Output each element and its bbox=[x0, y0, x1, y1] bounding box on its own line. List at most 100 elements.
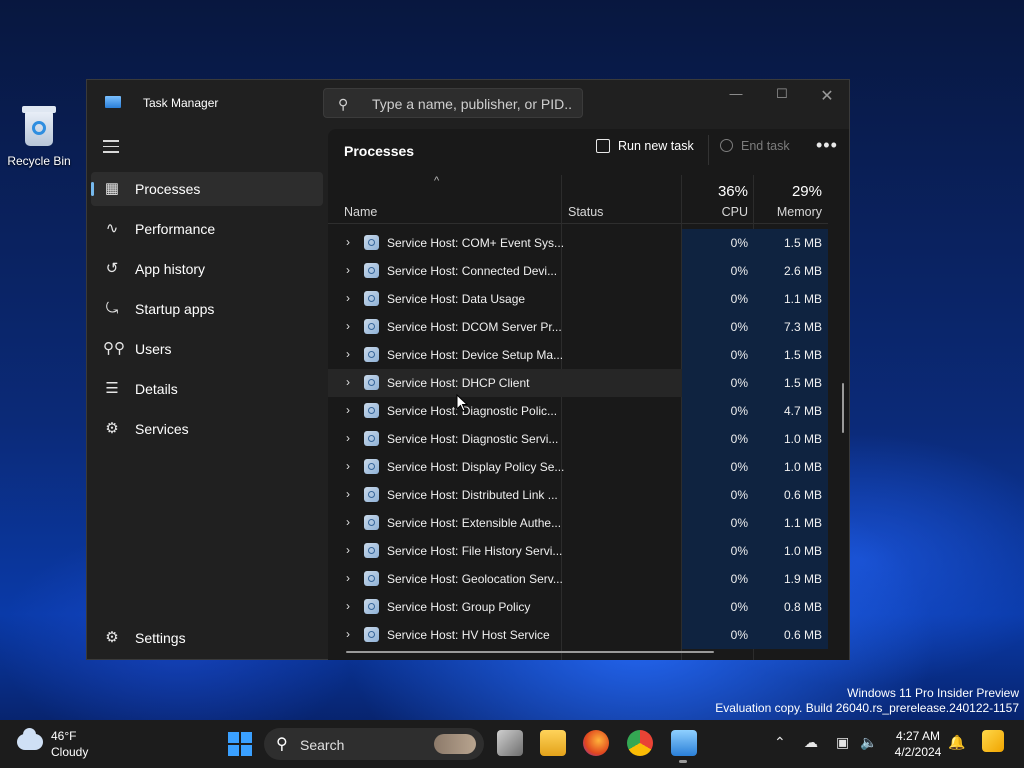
sidebar-item-app-history[interactable]: ↺ App history bbox=[91, 252, 323, 286]
cpu-cell: 0% bbox=[682, 565, 754, 593]
task-view-icon[interactable] bbox=[497, 730, 523, 756]
cpu-cell: 0% bbox=[682, 481, 754, 509]
cpu-cell: 0% bbox=[682, 397, 754, 425]
onedrive-cloud-offline-icon[interactable]: ☁ bbox=[804, 734, 818, 751]
process-search-input[interactable] bbox=[370, 94, 574, 114]
more-options-button[interactable]: ••• bbox=[816, 135, 838, 156]
chevron-right-icon[interactable]: › bbox=[346, 460, 354, 472]
memory-value: 1.0 MB bbox=[783, 460, 822, 474]
run-new-task-button[interactable]: Run new task bbox=[596, 139, 694, 161]
firefox-icon[interactable] bbox=[583, 730, 609, 756]
task-manager-app-icon bbox=[105, 96, 121, 108]
table-row[interactable]: › Service Host: Diagnostic Servi... 0% 1.0 … bbox=[328, 425, 828, 453]
memory-value: 0.6 MB bbox=[783, 628, 822, 642]
table-row[interactable]: › Service Host: DCOM Server Pr... 0% 7.3 MB bbox=[328, 313, 828, 341]
process-list: › Service Host: COM+ Event Sys... 0% 1.5 MB… bbox=[328, 229, 828, 649]
sidebar-item-label: Processes bbox=[135, 181, 201, 197]
taskbar-search-box[interactable]: ⚲ Search bbox=[264, 728, 484, 760]
chevron-right-icon[interactable]: › bbox=[346, 376, 354, 388]
sidebar-item-label: Services bbox=[135, 421, 189, 437]
sidebar-item-label: Users bbox=[135, 341, 172, 357]
table-row[interactable]: › Service Host: HV Host Service 0% 0.6 MB bbox=[328, 621, 828, 649]
process-search-box[interactable]: ⚲ bbox=[323, 88, 583, 118]
recycle-bin-shortcut[interactable]: Recycle Bin bbox=[6, 104, 72, 168]
hamburger-menu-icon[interactable] bbox=[103, 140, 119, 154]
chevron-right-icon[interactable]: › bbox=[346, 320, 354, 332]
sidebar-item-services[interactable]: ⚙ Services bbox=[91, 412, 323, 446]
show-hidden-icons-chevron-up-icon[interactable]: ⌃ bbox=[774, 734, 786, 751]
sort-ascending-icon: ^ bbox=[434, 175, 440, 187]
cpu-value: 0% bbox=[730, 628, 748, 642]
table-row[interactable]: › Service Host: Group Policy 0% 0.8 MB bbox=[328, 593, 828, 621]
end-task-button[interactable]: End task bbox=[720, 139, 790, 153]
network-icon[interactable]: ▣ bbox=[836, 734, 849, 751]
column-header-cpu[interactable]: CPU bbox=[682, 205, 748, 219]
chevron-right-icon[interactable]: › bbox=[346, 264, 354, 276]
clock-time: 4:27 AM bbox=[895, 729, 941, 743]
table-row[interactable]: › Service Host: Distributed Link ... 0% 0.6… bbox=[328, 481, 828, 509]
column-header-name[interactable]: Name bbox=[344, 205, 377, 219]
table-row[interactable]: › Service Host: Device Setup Ma... 0% 1.5 M… bbox=[328, 341, 828, 369]
memory-cell: 1.9 MB bbox=[754, 565, 828, 593]
insider-preview-badge-icon[interactable] bbox=[982, 730, 1004, 752]
details-icon: ☰ bbox=[105, 380, 119, 397]
chevron-right-icon[interactable]: › bbox=[346, 628, 354, 640]
maximize-button[interactable]: ☐ bbox=[767, 86, 797, 106]
column-header-memory[interactable]: Memory bbox=[754, 205, 822, 219]
chevron-right-icon[interactable]: › bbox=[346, 488, 354, 500]
start-button[interactable] bbox=[228, 732, 252, 756]
horizontal-scrollbar[interactable] bbox=[346, 651, 714, 653]
memory-value: 7.3 MB bbox=[783, 320, 822, 334]
memory-value: 0.6 MB bbox=[783, 488, 822, 502]
process-name: Service Host: Extensible Authe... bbox=[387, 516, 562, 530]
table-row[interactable]: › Service Host: Diagnostic Polic... 0% 4.7 … bbox=[328, 397, 828, 425]
process-name: Service Host: Distributed Link ... bbox=[387, 488, 558, 502]
cpu-value: 0% bbox=[730, 600, 748, 614]
sidebar-item-label: Performance bbox=[135, 221, 216, 237]
table-row[interactable]: › Service Host: Extensible Authe... 0% 1.1 … bbox=[328, 509, 828, 537]
sidebar-item-settings[interactable]: ⚙ Settings bbox=[91, 621, 323, 655]
column-header-status[interactable]: Status bbox=[568, 205, 603, 219]
chevron-right-icon[interactable]: › bbox=[346, 600, 354, 612]
task-manager-taskbar-icon[interactable] bbox=[671, 730, 697, 756]
memory-value: 1.0 MB bbox=[783, 544, 822, 558]
table-row[interactable]: › Service Host: Display Policy Se... 0% 1.0… bbox=[328, 453, 828, 481]
chevron-right-icon[interactable]: › bbox=[346, 572, 354, 584]
performance-icon: ∿ bbox=[105, 220, 119, 237]
volume-muted-icon[interactable]: 🔈 bbox=[860, 734, 877, 751]
table-row[interactable]: › Service Host: Data Usage 0% 1.1 MB bbox=[328, 285, 828, 313]
file-explorer-icon[interactable] bbox=[540, 730, 566, 756]
sidebar-item-details[interactable]: ☰ Details bbox=[91, 372, 323, 406]
memory-value: 1.1 MB bbox=[783, 516, 822, 530]
sidebar-item-users[interactable]: ⚲⚲ Users bbox=[91, 332, 323, 366]
chevron-right-icon[interactable]: › bbox=[346, 236, 354, 248]
notification-bell-icon[interactable]: 🔔 bbox=[948, 734, 965, 751]
sidebar-item-startup-apps[interactable]: ⤿ Startup apps bbox=[91, 292, 323, 326]
table-row[interactable]: › Service Host: COM+ Event Sys... 0% 1.5 MB bbox=[328, 229, 828, 257]
sidebar-item-label: Settings bbox=[135, 630, 186, 646]
chevron-right-icon[interactable]: › bbox=[346, 348, 354, 360]
active-app-indicator bbox=[679, 760, 687, 763]
cloud-icon bbox=[17, 728, 43, 750]
chevron-right-icon[interactable]: › bbox=[346, 544, 354, 556]
chevron-right-icon[interactable]: › bbox=[346, 404, 354, 416]
close-button[interactable]: ✕ bbox=[812, 86, 842, 106]
sidebar-item-processes[interactable]: ▦ Processes bbox=[91, 172, 323, 206]
taskbar-clock[interactable]: 4:27 AM 4/2/2024 bbox=[890, 728, 946, 760]
table-row[interactable]: › Service Host: Connected Devi... 0% 2.6 MB bbox=[328, 257, 828, 285]
weather-temperature: 46°F bbox=[51, 729, 77, 743]
table-row[interactable]: › Service Host: DHCP Client 0% 1.5 MB bbox=[328, 369, 828, 397]
chevron-right-icon[interactable]: › bbox=[346, 516, 354, 528]
cpu-value: 0% bbox=[730, 516, 748, 530]
cpu-value: 0% bbox=[730, 292, 748, 306]
vertical-scrollbar[interactable] bbox=[842, 383, 844, 433]
table-row[interactable]: › Service Host: File History Servi... 0% 1.… bbox=[328, 537, 828, 565]
active-indicator bbox=[91, 182, 94, 196]
chevron-right-icon[interactable]: › bbox=[346, 292, 354, 304]
chrome-icon[interactable] bbox=[627, 730, 653, 756]
chevron-right-icon[interactable]: › bbox=[346, 432, 354, 444]
title-bar[interactable]: Task Manager ⚲ — ☐ ✕ bbox=[87, 80, 849, 124]
minimize-button[interactable]: — bbox=[721, 86, 751, 106]
table-row[interactable]: › Service Host: Geolocation Serv... 0% 1.9 … bbox=[328, 565, 828, 593]
sidebar-item-performance[interactable]: ∿ Performance bbox=[91, 212, 323, 246]
